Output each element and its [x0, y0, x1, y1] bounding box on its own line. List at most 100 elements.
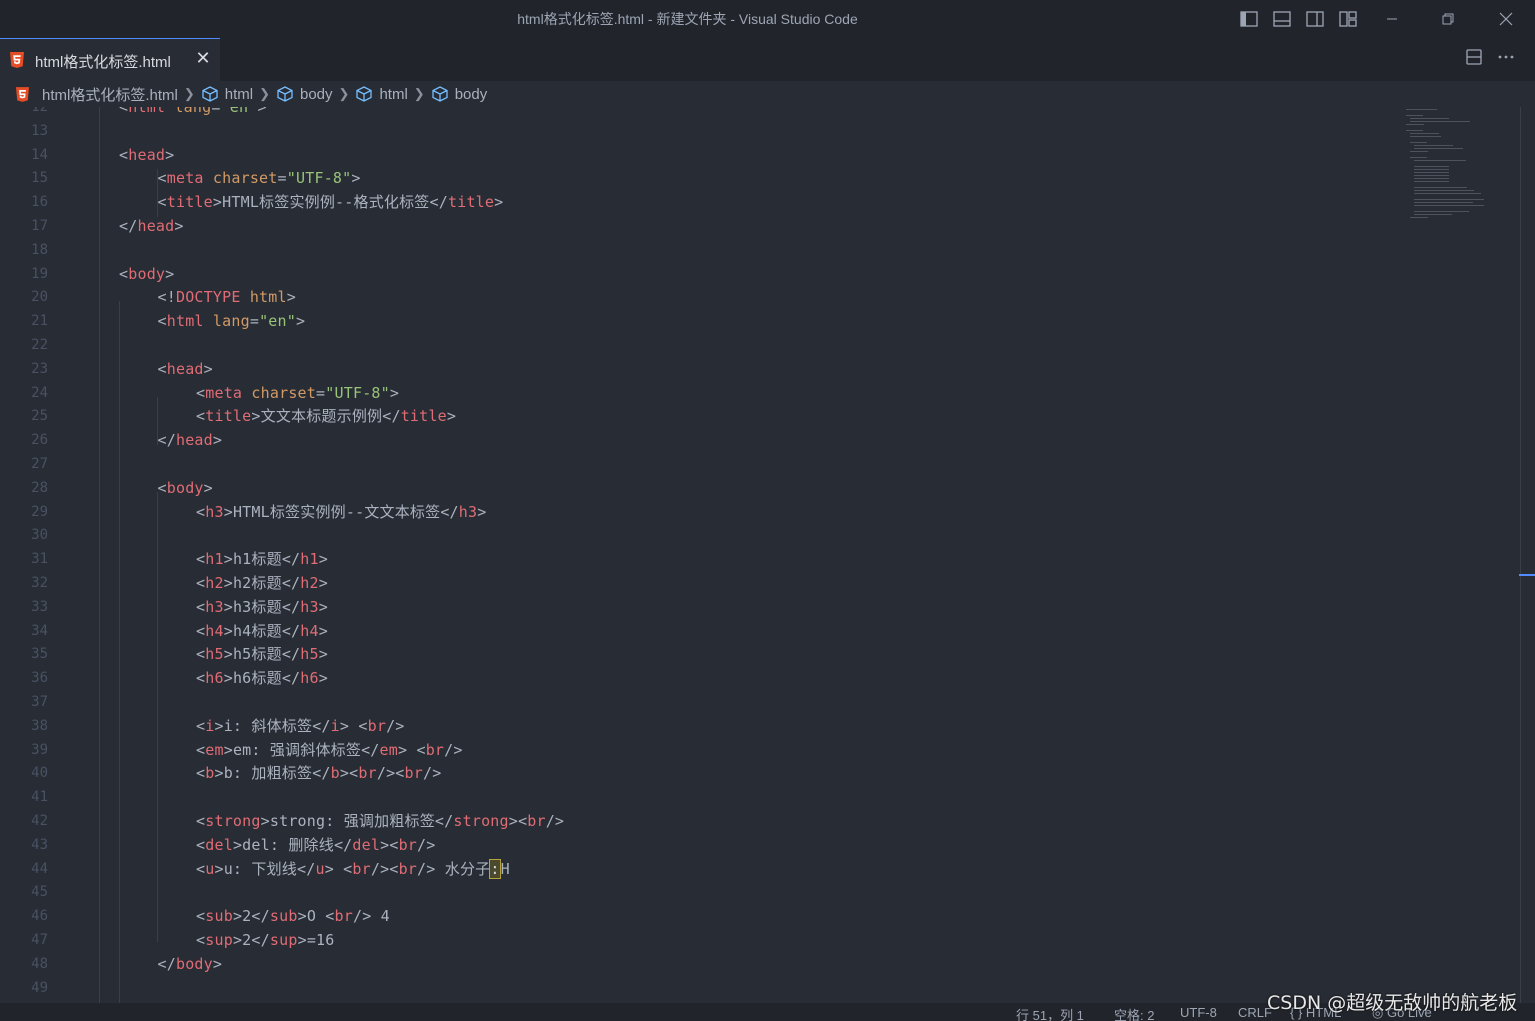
toggle-primary-sidebar-icon[interactable] — [1239, 9, 1259, 29]
chevron-right-icon: ❯ — [413, 86, 425, 101]
code-line[interactable]: 49 — [0, 976, 1400, 1000]
symbol-cube-icon — [431, 85, 449, 103]
toggle-secondary-sidebar-icon[interactable] — [1305, 9, 1325, 29]
tab-label: html格式化标签.html — [35, 54, 171, 71]
code-text: <h3>HTML标签实例例--文文本标签</h3> — [196, 502, 487, 521]
minimap[interactable] — [1402, 107, 1502, 237]
vertical-scrollbar[interactable] — [1520, 107, 1535, 1003]
code-line[interactable]: 12 <html lang="en"> — [0, 107, 1400, 119]
code-text: <meta charset="UTF-8"> — [196, 383, 400, 402]
breadcrumb-item-html-nested[interactable]: html — [355, 85, 408, 103]
code-text: <sup>2</sup>=16 — [196, 931, 335, 949]
code-line[interactable]: 40 <b>b: 加粗标签</b><br/><br/> — [0, 761, 1400, 785]
code-text: </head> — [157, 431, 223, 450]
code-line[interactable]: 17 </head> — [0, 214, 1400, 238]
code-line[interactable]: 14 <head> — [0, 143, 1400, 167]
code-line[interactable]: 23 <head> — [0, 357, 1400, 381]
code-text: <strong>strong: 强调加粗标签</strong><br/> — [196, 812, 565, 830]
line-number: 21 — [31, 313, 48, 330]
line-number: 45 — [31, 884, 48, 901]
code-line[interactable]: 35 <h5>h5标题</h5> — [0, 642, 1400, 666]
code-line[interactable]: 39 <em>em: 强调斜体标签</em> <br/> — [0, 738, 1400, 762]
code-line[interactable]: 22 — [0, 333, 1400, 357]
code-line[interactable]: 31 <h1>h1标题</h1> — [0, 547, 1400, 571]
minimap-line — [1414, 214, 1452, 215]
code-line[interactable]: 45 — [0, 880, 1400, 904]
line-number: 35 — [31, 646, 48, 663]
code-line[interactable]: 36 <h6>h6标题</h6> — [0, 666, 1400, 690]
line-number: 38 — [31, 717, 48, 734]
code-line[interactable]: 41 — [0, 785, 1400, 809]
minimize-button[interactable] — [1369, 0, 1415, 38]
more-actions-icon[interactable] — [1495, 48, 1517, 70]
line-number: 49 — [31, 979, 48, 996]
code-line[interactable]: 33 <h3>h3标题</h3> — [0, 595, 1400, 619]
line-number: 12 — [31, 107, 48, 115]
line-number: 13 — [31, 122, 48, 139]
code-line[interactable]: 19 <body> — [0, 262, 1400, 286]
code-text: <h1>h1标题</h1> — [196, 550, 328, 569]
code-line[interactable]: 25 <title>文文本标题示例例</title> — [0, 404, 1400, 428]
minimap-line — [1410, 157, 1427, 158]
code-line[interactable]: 29 <h3>HTML标签实例例--文文本标签</h3> — [0, 500, 1400, 524]
breadcrumb-item-label: html — [224, 85, 254, 103]
minimap-line — [1414, 178, 1449, 179]
toggle-panel-icon[interactable] — [1272, 9, 1292, 29]
code-line[interactable]: 13 — [0, 119, 1400, 143]
html5-file-icon — [10, 52, 24, 68]
line-number: 14 — [31, 146, 48, 163]
customize-layout-icon[interactable] — [1338, 9, 1358, 29]
indentation-status[interactable]: 空格: 2 — [1114, 1005, 1154, 1021]
code-line[interactable]: 47 <sup>2</sup>=16 — [0, 928, 1400, 952]
code-line[interactable]: 27 — [0, 452, 1400, 476]
code-line[interactable]: 48 </body> — [0, 952, 1400, 976]
tab-close-icon[interactable]: ✕ — [193, 48, 213, 70]
breadcrumb-item-body-nested[interactable]: body — [431, 85, 487, 103]
breadcrumb-item-label: html — [379, 85, 408, 103]
line-number: 42 — [31, 813, 48, 829]
breadcrumb-item-body[interactable]: body — [276, 85, 333, 103]
code-text: <head> — [119, 145, 175, 164]
code-editor[interactable]: 12 <html lang="en"> 13 14 <head> 15 <meta char… — [0, 107, 1535, 1003]
line-number: 40 — [31, 765, 48, 782]
code-text: <body> — [157, 478, 213, 497]
code-line[interactable]: 42 <strong>strong: 强调加粗标签</strong><br/> — [0, 809, 1400, 833]
line-number: 33 — [31, 598, 48, 615]
code-line[interactable]: 16 <title>HTML标签实例例--格式化标签</title> — [0, 190, 1400, 214]
code-line[interactable]: 46 <sub>2</sub>O <br/> 4 — [0, 904, 1400, 928]
code-line[interactable]: 18 — [0, 238, 1400, 262]
code-line[interactable]: 43 <del>del: 删除线</del><br/> — [0, 833, 1400, 857]
code-line[interactable]: 28 <body> — [0, 476, 1400, 500]
chevron-right-icon: ❯ — [183, 86, 195, 101]
close-window-button[interactable] — [1483, 0, 1529, 38]
cursor-position[interactable]: 行 51，列 1 — [1016, 1005, 1084, 1021]
code-line[interactable]: 24 <meta charset="UTF-8"> — [0, 381, 1400, 405]
line-number: 19 — [31, 265, 48, 282]
split-editor-icon[interactable] — [1463, 48, 1485, 70]
code-text: <html lang="en"> — [119, 107, 267, 116]
code-line[interactable]: 34 <h4>h4标题</h4> — [0, 619, 1400, 643]
restore-button[interactable] — [1425, 0, 1471, 38]
code-line[interactable]: 30 — [0, 523, 1400, 547]
code-line[interactable]: 44 <u>u: 下划线</u> <br/><br/> 水分子:H — [0, 857, 1400, 881]
code-text: <h5>h5标题</h5> — [196, 645, 328, 664]
breadcrumb-item-html[interactable]: html — [201, 85, 253, 103]
code-line[interactable]: 26 </head> — [0, 428, 1400, 452]
code-text: <h6>h6标题</h6> — [196, 669, 328, 688]
breadcrumb-file[interactable]: html格式化标签.html — [16, 84, 178, 105]
code-line[interactable]: 21 <html lang="en"> — [0, 309, 1400, 333]
code-line[interactable]: 38 <i>i: 斜体标签</i> <br/> — [0, 714, 1400, 738]
code-line[interactable]: 15 <meta charset="UTF-8"> — [0, 166, 1400, 190]
line-number: 29 — [31, 503, 48, 520]
minimap-line — [1414, 169, 1449, 170]
line-number: 36 — [31, 670, 48, 687]
line-number: 30 — [31, 527, 48, 544]
line-number: 34 — [31, 622, 48, 639]
encoding-status[interactable]: UTF-8 — [1180, 1005, 1217, 1020]
code-line[interactable]: 32 <h2>h2标题</h2> — [0, 571, 1400, 595]
tab-html-file[interactable]: html格式化标签.html ✕ — [0, 38, 220, 81]
scrollbar-cursor-marker — [1519, 574, 1535, 576]
symbol-cube-icon — [201, 85, 219, 103]
code-line[interactable]: 20 <!DOCTYPE html> — [0, 285, 1400, 309]
code-line[interactable]: 37 — [0, 690, 1400, 714]
